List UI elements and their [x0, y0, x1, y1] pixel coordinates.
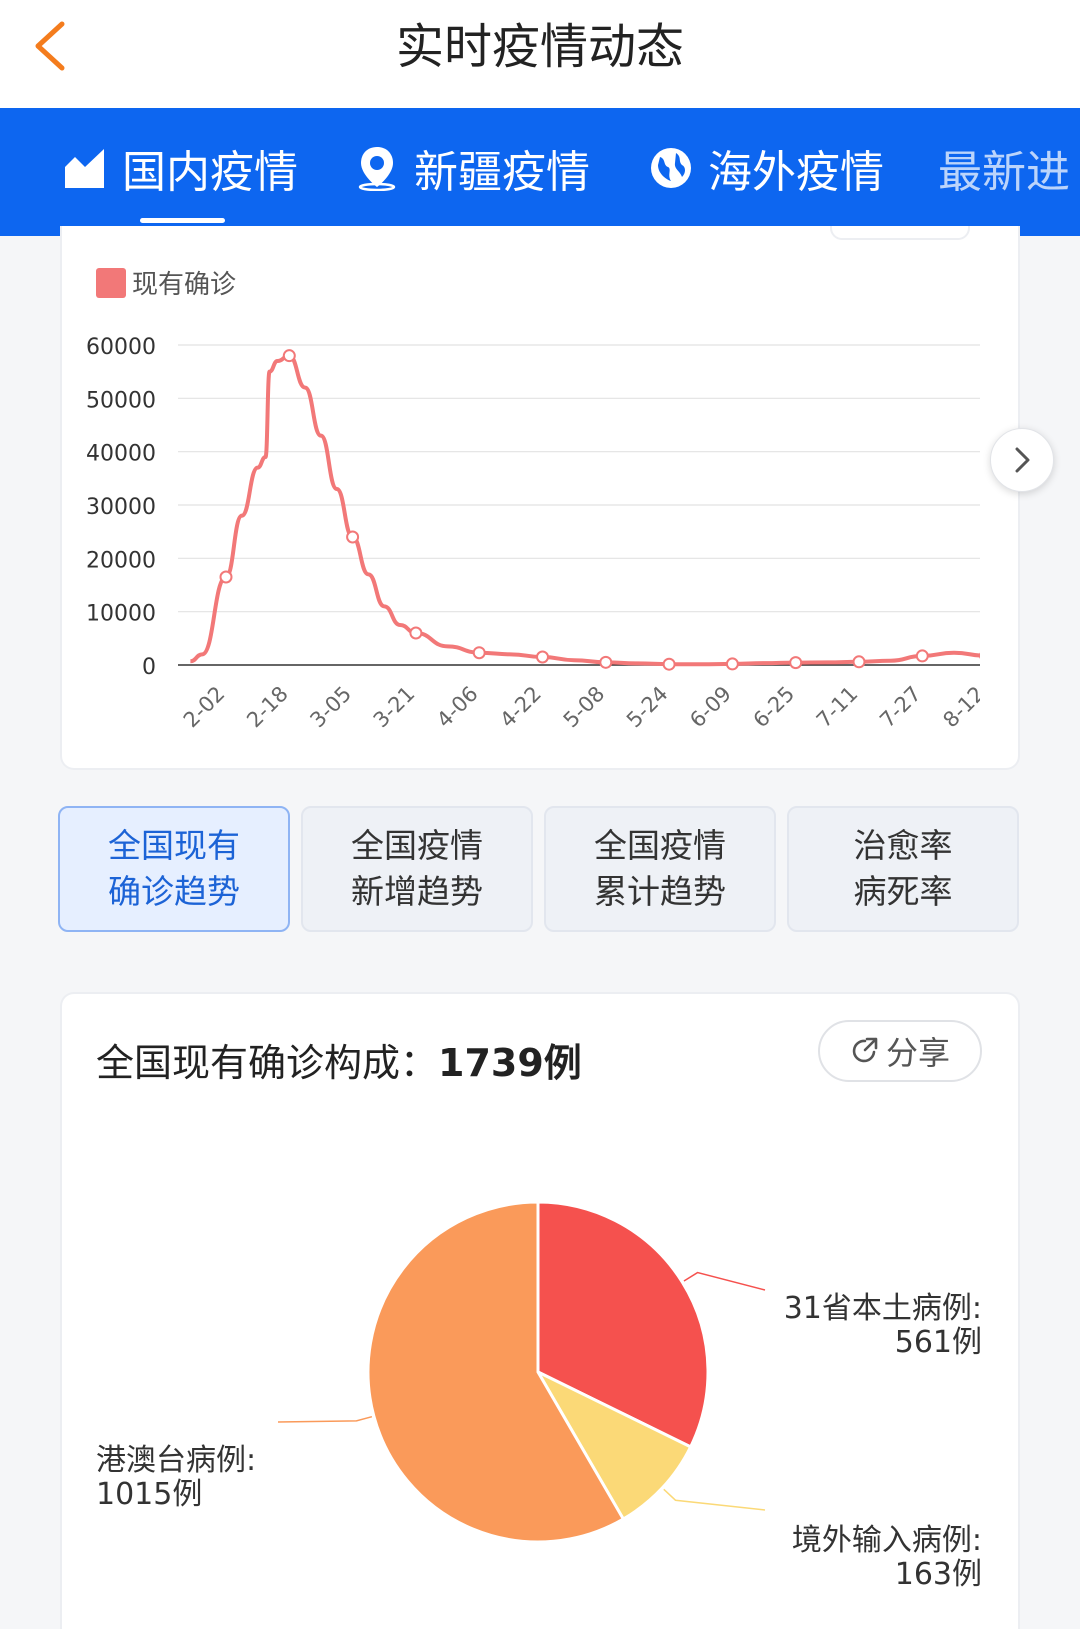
- x-tick-label: 4-06: [432, 682, 483, 733]
- x-tick-label: 3-21: [369, 682, 420, 733]
- pie-leader-line: [663, 1488, 766, 1511]
- segment-label-line1: 全国疫情: [594, 826, 726, 865]
- x-tick-label: 7-11: [812, 682, 863, 733]
- data-point[interactable]: [662, 657, 676, 671]
- chart-legend[interactable]: 现有确诊: [96, 264, 236, 301]
- composition-total-count: 1739例: [438, 1041, 582, 1085]
- segment-label-line2: 确诊趋势: [108, 872, 240, 911]
- globe-icon: [651, 148, 691, 188]
- composition-title-prefix: 全国现有确诊构成：: [96, 1041, 439, 1085]
- segment-cumulative-trend[interactable]: 全国疫情 累计趋势: [544, 806, 776, 932]
- y-tick-label: 60000: [86, 335, 156, 360]
- tab-latest[interactable]: 最新进: [938, 138, 1070, 198]
- x-tick-label: 4-22: [495, 682, 546, 733]
- chart-next-button[interactable]: [990, 428, 1054, 492]
- x-tick-label: 5-24: [622, 682, 673, 733]
- segment-label-line2: 累计趋势: [594, 872, 726, 911]
- data-point[interactable]: [409, 626, 423, 640]
- tab-label: 国内疫情: [122, 147, 298, 198]
- segment-new-cases-trend[interactable]: 全国疫情 新增趋势: [301, 806, 533, 932]
- tab-overseas[interactable]: 海外疫情: [648, 138, 884, 198]
- tab-domestic[interactable]: 国内疫情: [62, 138, 298, 198]
- data-point[interactable]: [282, 349, 296, 363]
- data-point[interactable]: [599, 655, 613, 669]
- data-point[interactable]: [219, 570, 233, 584]
- x-tick-label: 8-12: [938, 682, 980, 733]
- pie-label-name: 港澳台病例:: [96, 1443, 257, 1478]
- tab-xinjiang[interactable]: 新疆疫情: [354, 138, 590, 198]
- card-tab-edge: [830, 226, 970, 240]
- x-tick-label: 6-25: [749, 682, 800, 733]
- segment-label-line2: 病死率: [853, 872, 953, 911]
- pie-leader-line: [277, 1415, 373, 1423]
- data-point[interactable]: [915, 649, 929, 663]
- trend-line-chart: 01000020000300004000050000600002-02 2-18 3…: [86, 335, 980, 733]
- pie-label-name: 31省本土病例:: [783, 1291, 982, 1326]
- pie-label-hk-macao-taiwan: 港澳台病例: 1015例: [96, 1444, 256, 1512]
- page-title: 实时疫情动态: [395, 19, 684, 75]
- segment-label-line2: 新增趋势: [351, 872, 483, 911]
- x-tick-label: 2-02: [179, 682, 230, 733]
- y-tick-label: 0: [142, 655, 156, 680]
- pie-label-name: 境外输入病例:: [791, 1523, 982, 1558]
- share-label: 分享: [885, 1034, 950, 1072]
- segment-recovery-fatality-rate[interactable]: 治愈率 病死率: [787, 806, 1019, 932]
- legend-swatch: [96, 267, 126, 298]
- tab-bar: 国内疫情 新疆疫情 海外疫情 最新进: [0, 108, 1080, 236]
- pie-label-value: 1015例: [96, 1477, 203, 1512]
- series-line: [190, 353, 980, 667]
- top-bar: 实时疫情动态: [0, 0, 1080, 108]
- data-point[interactable]: [536, 650, 549, 664]
- location-pin-icon: [358, 147, 396, 191]
- data-point[interactable]: [852, 655, 866, 669]
- segment-label-line1: 全国疫情: [351, 826, 483, 865]
- pie-label-local-cases: 31省本土病例: 561例: [740, 1292, 982, 1360]
- pie-leader-line: [683, 1271, 766, 1291]
- data-point[interactable]: [346, 530, 360, 544]
- data-point[interactable]: [472, 646, 486, 660]
- pie-label-value: 163例: [894, 1557, 982, 1592]
- pie-label-imported-cases: 境外输入病例: 163例: [740, 1524, 982, 1592]
- x-tick-label: 7-27: [875, 682, 926, 733]
- y-tick-label: 10000: [86, 602, 156, 627]
- chevron-right-icon: [1015, 447, 1030, 473]
- tab-label: 新疆疫情: [414, 147, 590, 198]
- segment-label-line1: 治愈率: [853, 826, 953, 865]
- pie-label-value: 561例: [894, 1325, 982, 1360]
- chart-type-selector: 全国现有 确诊趋势 全国疫情 新增趋势 全国疫情 累计趋势 治愈率 病死率: [58, 806, 1022, 932]
- x-tick-label: 2-18: [242, 682, 293, 733]
- segment-current-confirmed-trend[interactable]: 全国现有 确诊趋势: [58, 806, 290, 932]
- tab-label: 海外疫情: [708, 147, 884, 198]
- y-tick-label: 30000: [86, 495, 156, 520]
- composition-title: 全国现有确诊构成：1739例: [96, 1032, 582, 1087]
- tab-label: 最新进: [938, 147, 1070, 198]
- trend-chart-icon: [65, 149, 104, 188]
- x-tick-label: 5-08: [559, 682, 610, 733]
- y-tick-label: 50000: [86, 388, 156, 413]
- share-icon: [852, 1037, 878, 1063]
- legend-label: 现有确诊: [132, 270, 237, 300]
- data-point[interactable]: [725, 657, 739, 671]
- segment-label-line1: 全国现有: [108, 826, 240, 865]
- active-tab-indicator: [140, 218, 225, 223]
- y-tick-label: 40000: [86, 442, 156, 467]
- share-button[interactable]: 分享: [818, 1020, 982, 1082]
- x-tick-label: 3-05: [305, 682, 356, 733]
- data-point[interactable]: [789, 656, 803, 670]
- y-tick-label: 20000: [86, 548, 156, 573]
- x-tick-label: 6-09: [685, 682, 736, 733]
